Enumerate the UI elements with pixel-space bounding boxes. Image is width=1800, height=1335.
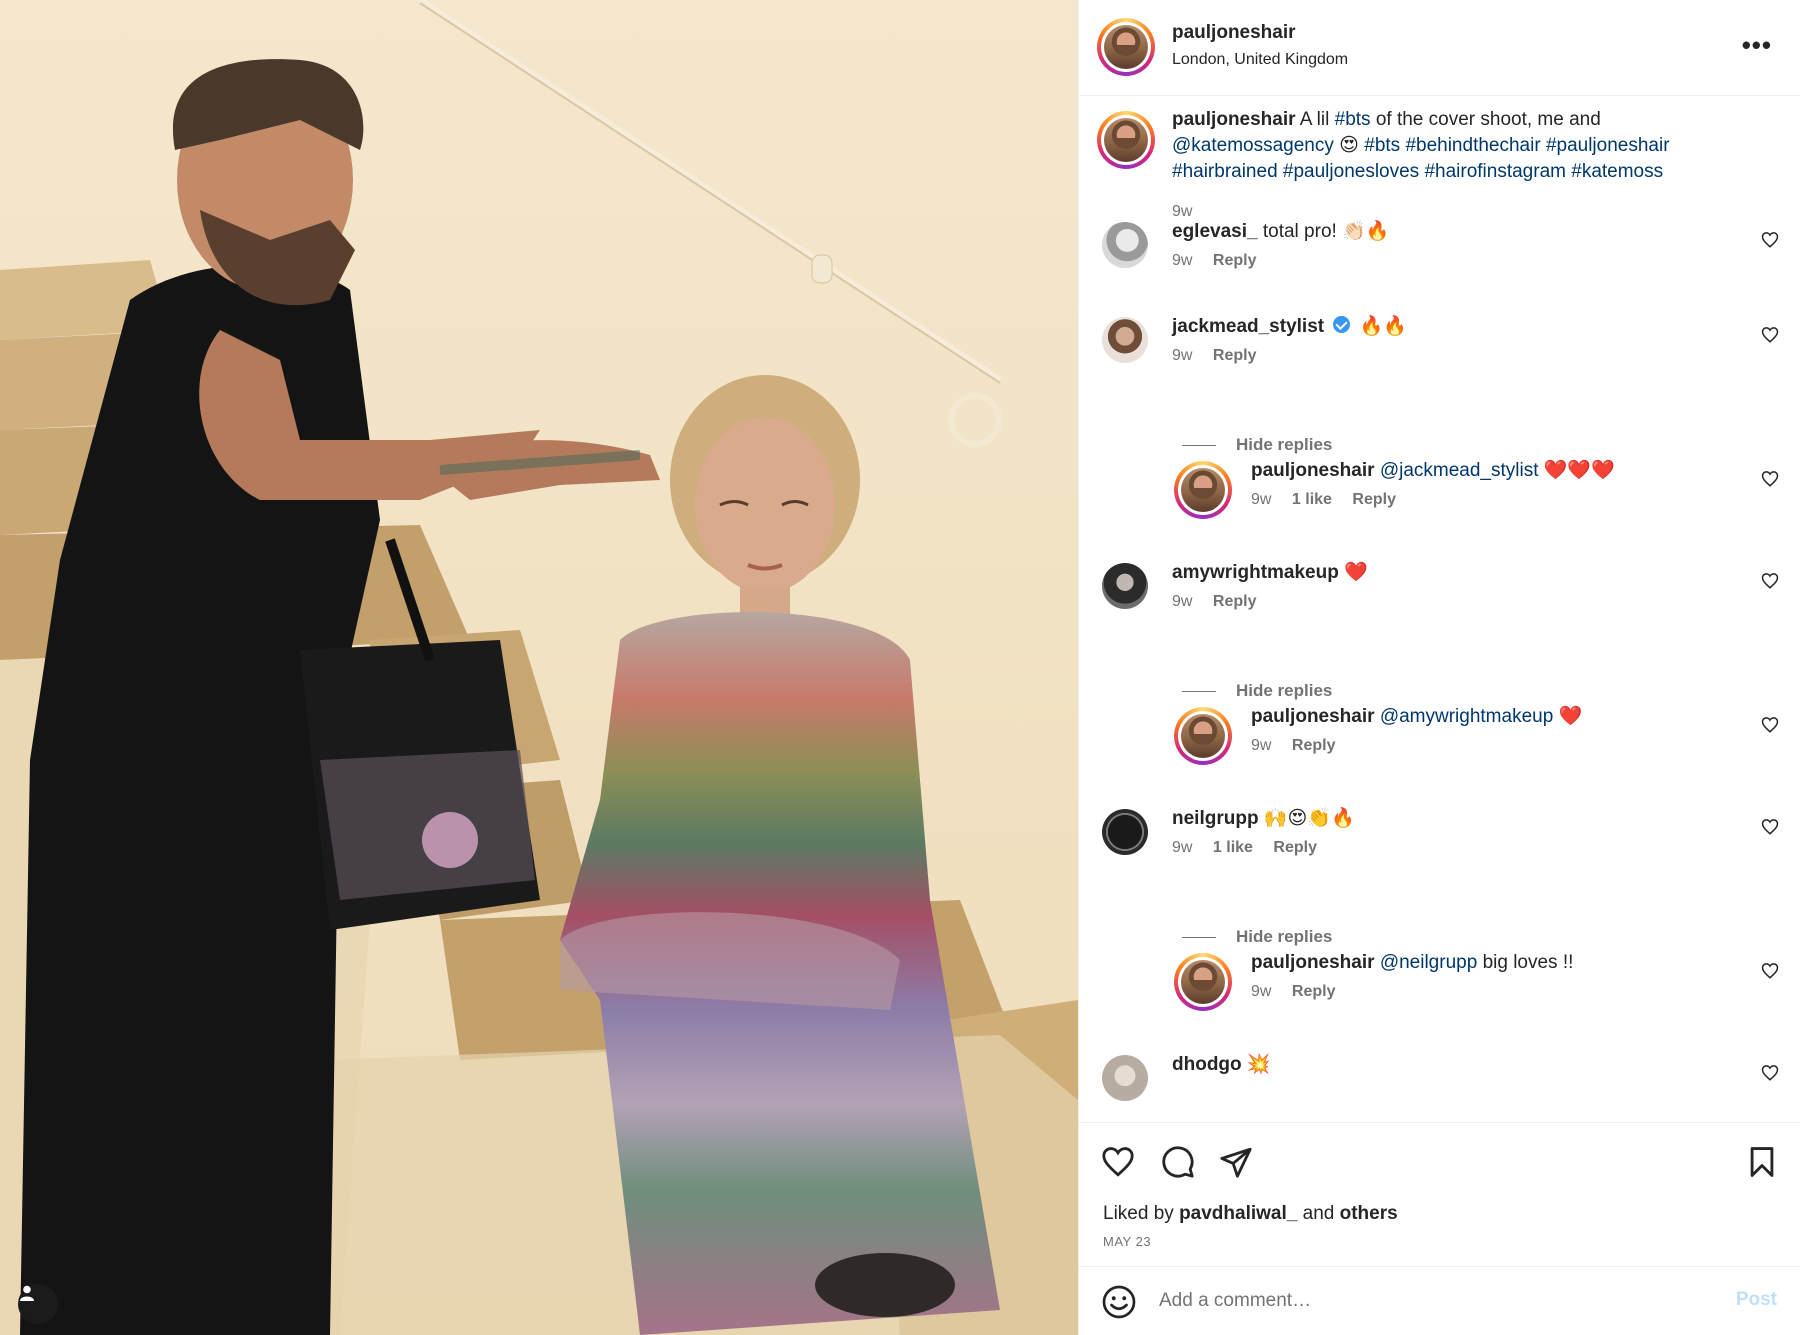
reply-text: ❤️❤️❤️ [1543, 460, 1615, 481]
avatar[interactable] [1102, 222, 1148, 268]
reply-button[interactable]: Reply [1273, 839, 1317, 856]
avatar[interactable] [1102, 1055, 1148, 1101]
liked-by-and: and [1302, 1203, 1335, 1224]
caption-text: of the cover shoot, me and [1375, 109, 1601, 130]
comments-list[interactable]: pauljoneshair A lil #bts of the cover sh… [1079, 97, 1800, 1122]
reply-text: ❤️ [1558, 706, 1583, 727]
add-comment-bar: Post [1079, 1266, 1800, 1335]
like-comment-heart-icon[interactable] [1761, 470, 1779, 488]
share-send-icon[interactable] [1219, 1145, 1253, 1179]
post-date[interactable]: MAY 23 [1103, 1234, 1151, 1249]
like-heart-icon[interactable] [1101, 1145, 1135, 1179]
comment-username[interactable]: neilgrupp [1172, 808, 1259, 829]
comment-username[interactable]: dhodgo [1172, 1054, 1242, 1075]
reply-button[interactable]: Reply [1213, 593, 1257, 610]
reply-button[interactable]: Reply [1213, 252, 1257, 269]
comment-time[interactable]: 9w [1172, 593, 1192, 610]
like-comment-heart-icon[interactable] [1761, 1064, 1779, 1082]
post-header: pauljoneshair London, United Kingdom ••• [1079, 0, 1800, 96]
comment-icon[interactable] [1161, 1145, 1195, 1179]
hide-replies-button[interactable]: Hide replies [1182, 927, 1332, 947]
like-comment-heart-icon[interactable] [1761, 962, 1779, 980]
reply-time[interactable]: 9w [1251, 491, 1271, 508]
mention-link[interactable]: @neilgrupp [1380, 952, 1477, 973]
like-comment-heart-icon[interactable] [1761, 326, 1779, 344]
liked-by-others[interactable]: others [1340, 1203, 1398, 1224]
reply-username[interactable]: pauljoneshair [1251, 952, 1375, 973]
comment-time[interactable]: 9w [1172, 347, 1192, 364]
post-panel: pauljoneshair London, United Kingdom •••… [1078, 0, 1800, 1335]
avatar[interactable] [1102, 809, 1148, 855]
avatar[interactable] [1102, 317, 1148, 363]
like-comment-heart-icon[interactable] [1761, 716, 1779, 734]
hide-replies-button[interactable]: Hide replies [1182, 435, 1332, 455]
comment-username[interactable]: amywrightmakeup [1172, 562, 1339, 583]
comment-text: 🔥🔥 [1359, 316, 1407, 337]
verified-badge-icon [1333, 316, 1351, 334]
more-options-icon[interactable]: ••• [1742, 30, 1772, 61]
comment-text: total pro! 👏🏻🔥 [1262, 221, 1390, 242]
emoji-icon[interactable] [1101, 1284, 1137, 1320]
reply-username[interactable]: pauljoneshair [1251, 706, 1375, 727]
author-avatar[interactable] [1097, 18, 1155, 76]
avatar[interactable] [1102, 563, 1148, 609]
hashtag-links[interactable]: #hairbrained #pauljonesloves #hairofinst… [1172, 161, 1663, 182]
caption-text: A lil [1299, 109, 1330, 130]
comment-text: 💥 [1246, 1054, 1271, 1075]
post-comment-button[interactable]: Post [1736, 1289, 1777, 1311]
comment-input[interactable] [1159, 1285, 1659, 1317]
like-comment-heart-icon[interactable] [1761, 572, 1779, 590]
reply-username[interactable]: pauljoneshair [1251, 460, 1375, 481]
liked-by: Liked by pavdhaliwal_ and others [1103, 1203, 1398, 1225]
avatar[interactable] [1174, 953, 1232, 1011]
comment-text: 🙌😍👏🔥 [1263, 808, 1355, 829]
likes-count[interactable]: 1 like [1292, 491, 1332, 508]
likes-count[interactable]: 1 like [1213, 839, 1253, 856]
user-icon [20, 1285, 34, 1301]
post-actions: Liked by pavdhaliwal_ and others MAY 23 [1079, 1122, 1800, 1266]
reply-button[interactable]: Reply [1352, 491, 1396, 508]
like-comment-heart-icon[interactable] [1761, 818, 1779, 836]
tagged-user-button[interactable] [18, 1284, 58, 1324]
hashtag-links[interactable]: #bts #behindthechair #pauljoneshair [1364, 135, 1669, 156]
comment-username[interactable]: jackmead_stylist [1172, 316, 1324, 337]
comment-text: ❤️ [1344, 562, 1368, 583]
reply-text: big loves !! [1482, 952, 1574, 973]
mention-link[interactable]: @amywrightmakeup [1380, 706, 1553, 727]
reply-time[interactable]: 9w [1251, 983, 1271, 1000]
post-photo[interactable] [0, 0, 1078, 1335]
hashtag-link[interactable]: #bts [1335, 109, 1371, 130]
caption-emoji: 😍 [1339, 135, 1359, 156]
comment-time[interactable]: 9w [1172, 839, 1192, 856]
caption-time[interactable]: 9w [1172, 203, 1192, 220]
avatar[interactable] [1174, 461, 1232, 519]
liked-by-prefix: Liked by [1103, 1203, 1174, 1224]
save-bookmark-icon[interactable] [1745, 1145, 1779, 1179]
author-username[interactable]: pauljoneshair [1172, 22, 1296, 44]
photo-illustration [0, 0, 1078, 1335]
reply-time[interactable]: 9w [1251, 737, 1271, 754]
mention-link[interactable]: @jackmead_stylist [1380, 460, 1539, 481]
avatar[interactable] [1174, 707, 1232, 765]
reply-button[interactable]: Reply [1292, 983, 1336, 1000]
mention-link[interactable]: @katemossagency [1172, 135, 1334, 156]
caption-username[interactable]: pauljoneshair [1172, 109, 1296, 130]
comment-username[interactable]: eglevasi_ [1172, 221, 1258, 242]
post-location[interactable]: London, United Kingdom [1172, 51, 1348, 69]
comment-time[interactable]: 9w [1172, 252, 1192, 269]
reply-button[interactable]: Reply [1292, 737, 1336, 754]
liked-by-user[interactable]: pavdhaliwal_ [1179, 1203, 1297, 1224]
caption-avatar[interactable] [1097, 111, 1155, 169]
hide-replies-button[interactable]: Hide replies [1182, 681, 1332, 701]
like-comment-heart-icon[interactable] [1761, 231, 1779, 249]
reply-button[interactable]: Reply [1213, 347, 1257, 364]
